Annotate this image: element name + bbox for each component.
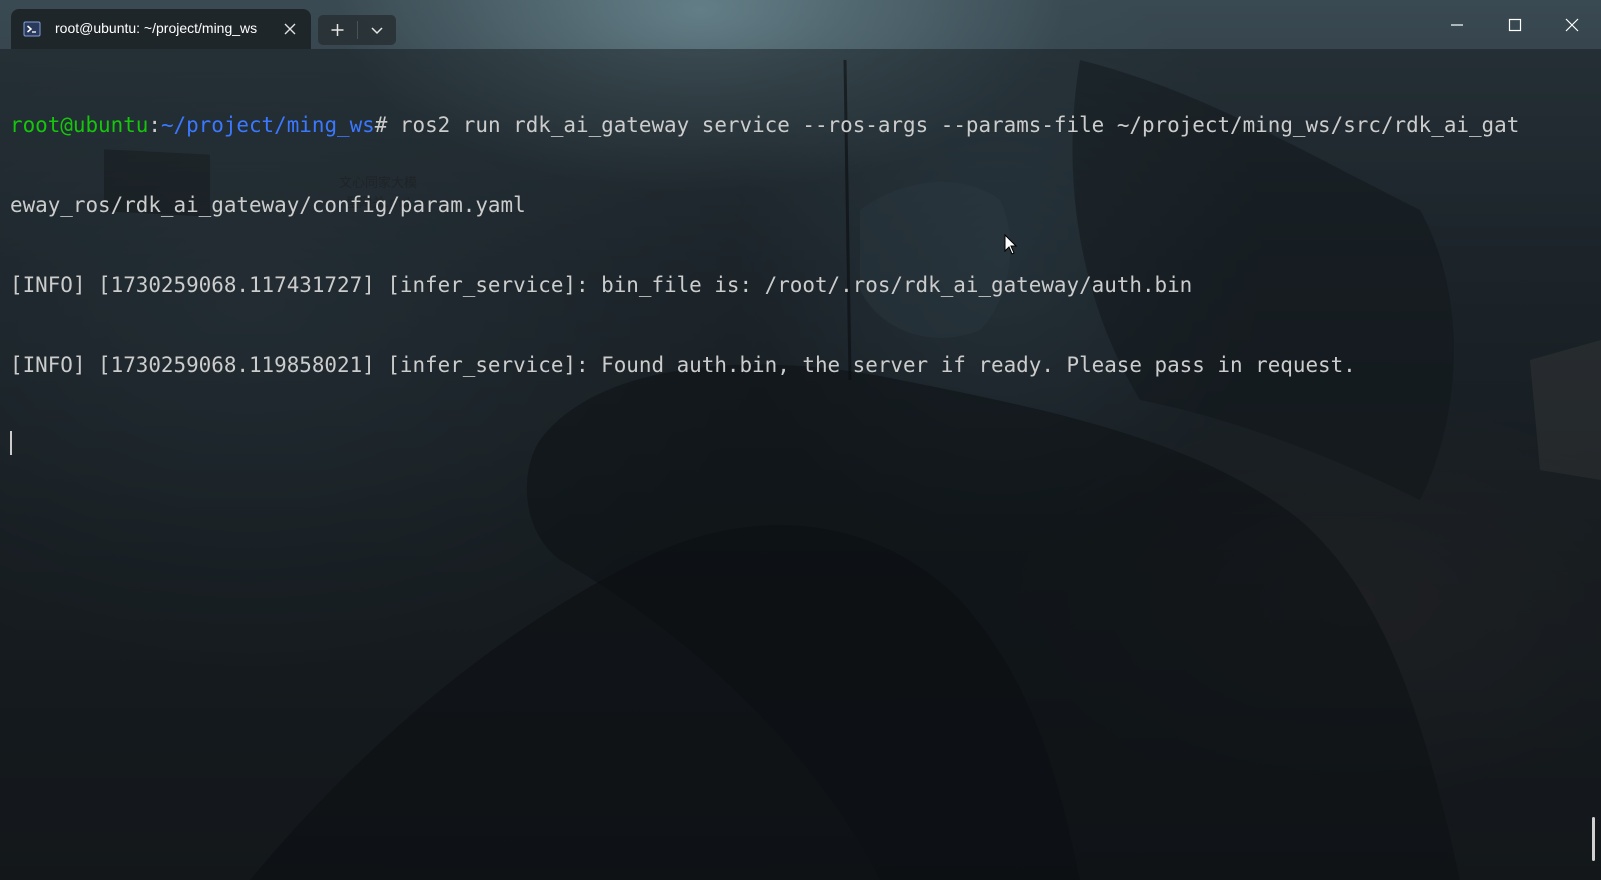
terminal-output[interactable]: root@ubuntu:~/project/ming_ws# ros2 run … — [10, 59, 1590, 511]
command-line-wrap: eway_ros/rdk_ai_gateway/config/param.yam… — [10, 192, 526, 217]
scrollbar-thumb[interactable] — [1592, 817, 1595, 861]
prompt-path: ~/project/ming_ws — [160, 113, 375, 138]
terminal-scrollbar[interactable] — [1588, 49, 1600, 880]
log-line: [INFO] [1730259068.119858021] [infer_ser… — [10, 352, 1356, 377]
prompt-user: root@ubuntu — [10, 113, 149, 138]
chevron-down-icon — [371, 27, 383, 35]
new-tab-button[interactable] — [318, 15, 357, 45]
tab-actions — [318, 15, 396, 45]
close-window-button[interactable] — [1543, 0, 1601, 49]
maximize-button[interactable] — [1486, 0, 1544, 49]
text-cursor — [10, 431, 12, 456]
prompt-colon: : — [148, 113, 161, 138]
maximize-icon — [1508, 18, 1522, 32]
prompt-symbol: # — [374, 113, 388, 138]
command-text: ros2 run rdk_ai_gateway service --ros-ar… — [387, 113, 1520, 138]
command-line: root@ubuntu:~/project/ming_ws# ros2 run … — [10, 112, 1590, 139]
log-line: [INFO] [1730259068.117431727] [infer_ser… — [10, 272, 1193, 297]
mouse-pointer-icon — [1004, 234, 1018, 255]
terminal-pane[interactable]: root@ubuntu:~/project/ming_ws# ros2 run … — [0, 49, 1601, 880]
minimize-icon — [1451, 24, 1463, 26]
plus-icon — [331, 24, 344, 36]
terminal-tab[interactable]: root@ubuntu: ~/project/ming_ws — [11, 9, 311, 49]
title-bar[interactable]: root@ubuntu: ~/project/ming_ws — [0, 0, 1601, 49]
close-tab-icon[interactable] — [282, 21, 298, 37]
close-icon — [1565, 18, 1579, 32]
minimize-button[interactable] — [1428, 0, 1486, 49]
tab-title: root@ubuntu: ~/project/ming_ws — [55, 20, 258, 36]
cursor-line[interactable] — [10, 431, 1590, 458]
tab-dropdown-button[interactable] — [358, 15, 396, 45]
terminal-icon — [23, 21, 41, 37]
